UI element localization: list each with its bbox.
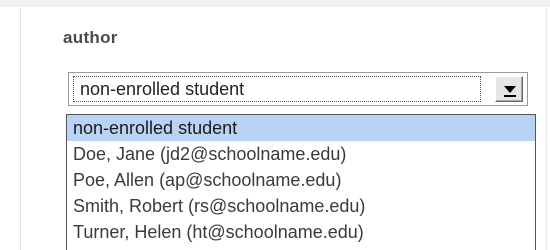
left-divider <box>20 7 21 250</box>
top-band <box>0 0 550 7</box>
dropdown-arrow-button[interactable] <box>495 76 523 102</box>
author-select-value: non-enrolled student <box>73 76 481 102</box>
dropdown-option-non-enrolled[interactable]: non-enrolled student <box>67 115 535 141</box>
dropdown-option-smith-robert[interactable]: Smith, Robert (rs@schoolname.edu) <box>67 193 535 219</box>
dropdown-option-doe-jane[interactable]: Doe, Jane (jd2@schoolname.edu) <box>67 141 535 167</box>
form-panel: author non-enrolled student non-enrolled… <box>0 0 550 250</box>
dropdown-option-turner-helen[interactable]: Turner, Helen (ht@schoolname.edu) <box>67 219 535 245</box>
author-dropdown-list[interactable]: non-enrolled student Doe, Jane (jd2@scho… <box>66 114 536 250</box>
author-select[interactable]: non-enrolled student <box>68 72 528 106</box>
chevron-down-icon <box>504 86 516 93</box>
right-divider <box>546 7 547 250</box>
dropdown-option-poe-allen[interactable]: Poe, Allen (ap@schoolname.edu) <box>67 167 535 193</box>
author-field-label: author <box>63 28 118 47</box>
chevron-down-icon-underline <box>504 95 516 97</box>
